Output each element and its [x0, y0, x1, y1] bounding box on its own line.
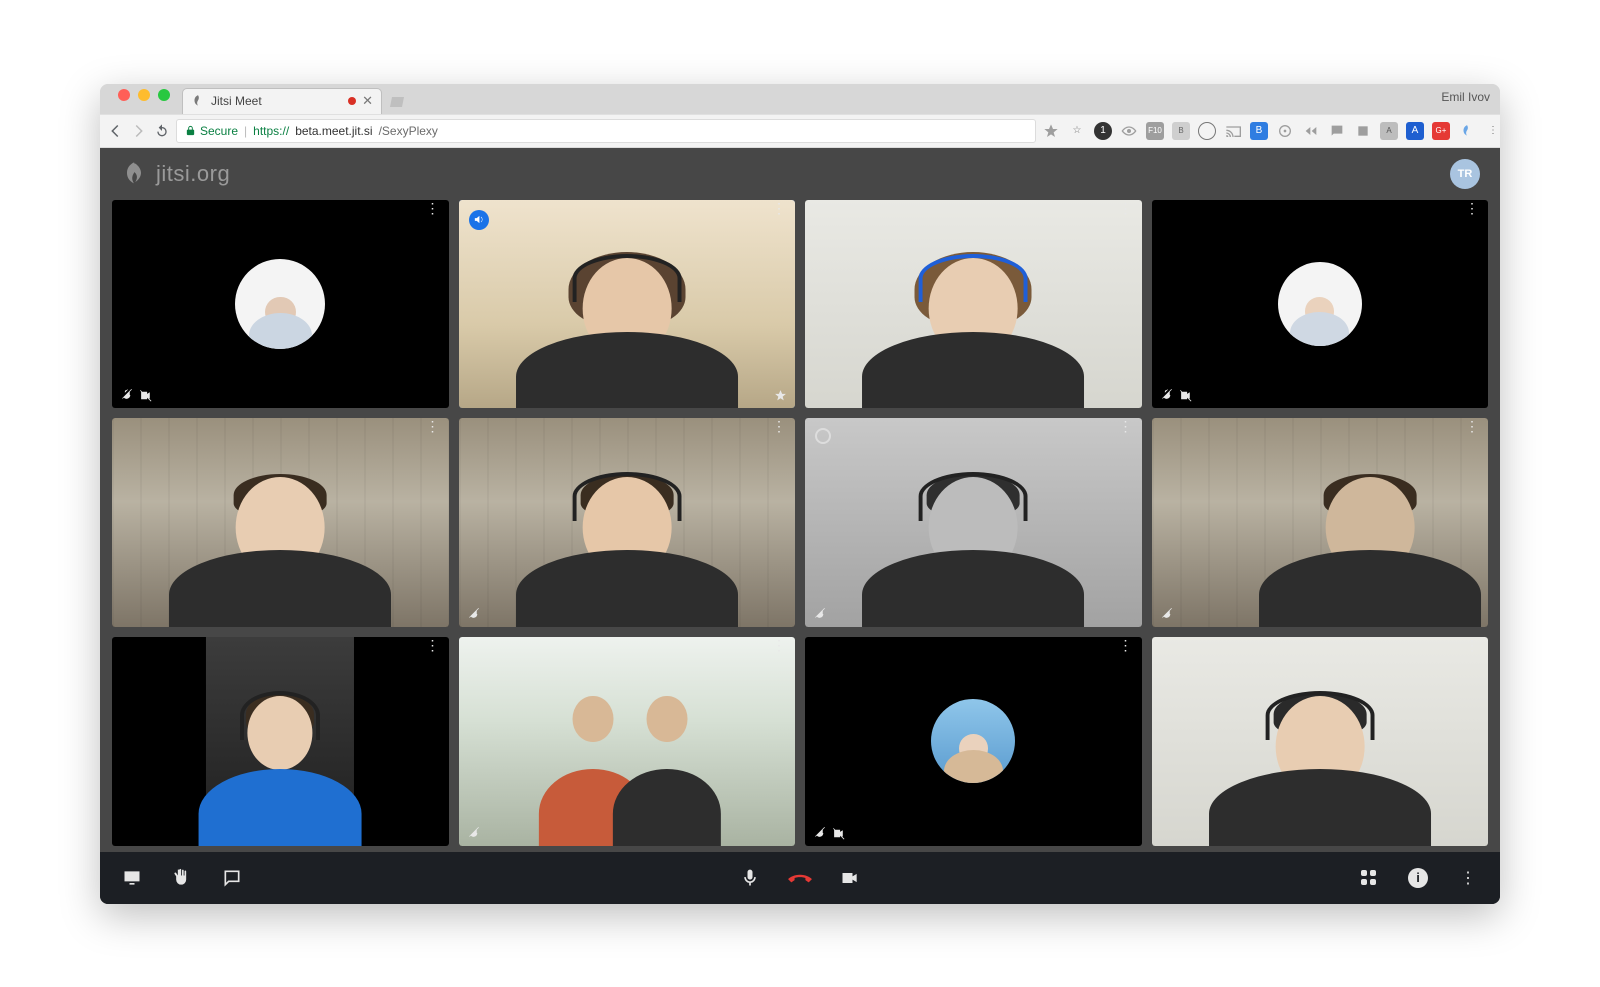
address-bar[interactable]: Secure | https://beta.meet.jit.si/SexyPl… — [176, 119, 1036, 143]
url-scheme: https:// — [253, 124, 289, 138]
window-maximize-button[interactable] — [158, 89, 170, 101]
mic-muted-icon — [467, 827, 480, 840]
avatar-icon — [1278, 262, 1362, 346]
app-header: jitsi.org TR — [100, 148, 1500, 200]
reload-button[interactable] — [154, 119, 170, 143]
tile-menu-button[interactable]: ⋮ — [426, 643, 441, 647]
participant-tile[interactable]: ⋮ — [459, 200, 796, 409]
browser-menu-button[interactable]: ⋮ — [1484, 122, 1500, 140]
browser-tab-strip: Jitsi Meet ✕ Emil Ivov — [100, 84, 1500, 114]
browser-toolbar: Secure | https://beta.meet.jit.si/SexyPl… — [100, 114, 1500, 148]
extension-ring-icon[interactable] — [1198, 122, 1216, 140]
tile-menu-button[interactable]: ⋮ — [772, 643, 787, 647]
pin-icon[interactable] — [774, 389, 787, 402]
window-controls — [118, 89, 170, 101]
browser-window: Jitsi Meet ✕ Emil Ivov — [100, 84, 1500, 904]
avatar-icon — [235, 259, 325, 349]
extension-cast-icon[interactable] — [1224, 122, 1242, 140]
extension-f10-icon[interactable]: F10 — [1146, 122, 1164, 140]
browser-tab[interactable]: Jitsi Meet ✕ — [182, 88, 382, 114]
tile-menu-button[interactable]: ⋮ — [1119, 424, 1134, 428]
browser-profile-name[interactable]: Emil Ivov — [1441, 90, 1490, 104]
participant-tile[interactable]: ⋮ — [459, 418, 796, 627]
current-user-avatar[interactable]: TR — [1450, 159, 1480, 189]
mic-muted-icon — [1160, 389, 1173, 402]
participant-tile[interactable]: ⋮ — [805, 637, 1142, 846]
bookmark-star-icon[interactable]: ☆ — [1068, 122, 1086, 140]
tile-menu-button[interactable]: ⋮ — [1465, 206, 1480, 210]
extension-b-icon[interactable]: B — [1172, 122, 1190, 140]
extension-target-icon[interactable] — [1276, 122, 1294, 140]
participant-tile[interactable]: ⋮ — [805, 418, 1142, 627]
chat-button[interactable] — [218, 864, 246, 892]
call-toolbar: i ⋮ — [100, 852, 1500, 904]
extension-rewind-icon[interactable] — [1302, 122, 1320, 140]
tab-title: Jitsi Meet — [211, 94, 262, 108]
mic-muted-icon — [1160, 608, 1173, 621]
extension-a-icon[interactable]: A — [1380, 122, 1398, 140]
logo-text: jitsi.org — [156, 161, 230, 187]
extension-chat-icon[interactable] — [1328, 122, 1346, 140]
cam-muted-icon — [139, 389, 153, 402]
url-path: /SexyPlexy — [379, 124, 438, 138]
screenshare-button[interactable] — [118, 864, 146, 892]
jitsi-favicon-icon — [191, 94, 205, 108]
mic-muted-icon — [813, 608, 826, 621]
recording-indicator-icon — [348, 97, 356, 105]
mic-muted-icon — [467, 608, 480, 621]
mic-muted-icon — [813, 827, 826, 840]
tile-menu-button[interactable]: ⋮ — [772, 206, 787, 210]
tile-menu-button[interactable]: ⋮ — [1119, 206, 1134, 210]
extension-a-blue-icon[interactable]: A — [1406, 122, 1424, 140]
extension-row: ☆ 1 F10 B B A A G+ ⋮ — [1042, 122, 1500, 140]
mic-toggle-button[interactable] — [736, 864, 764, 892]
tab-close-button[interactable]: ✕ — [362, 93, 373, 109]
participants-grid: ⋮ ⋮ ⋮ — [100, 200, 1500, 852]
tile-menu-button[interactable]: ⋮ — [1465, 424, 1480, 428]
window-minimize-button[interactable] — [138, 89, 150, 101]
secure-label: Secure — [200, 124, 238, 138]
tile-menu-button[interactable]: ⋮ — [772, 424, 787, 428]
participant-tile[interactable]: ⋮ — [112, 418, 449, 627]
avatar-icon — [931, 699, 1015, 783]
participant-tile[interactable]: ⋮ — [1152, 200, 1489, 409]
extension-badge-1-icon[interactable]: 1 — [1094, 122, 1112, 140]
hangup-button[interactable] — [786, 864, 814, 892]
cam-muted-icon — [1179, 389, 1193, 402]
participant-tile[interactable]: ⋮ — [112, 200, 449, 409]
window-close-button[interactable] — [118, 89, 130, 101]
cam-muted-icon — [832, 827, 846, 840]
extension-feather-icon[interactable] — [1458, 122, 1476, 140]
mic-muted-icon — [120, 389, 133, 402]
tile-menu-button[interactable]: ⋮ — [1119, 643, 1134, 647]
participant-tile[interactable]: ⋮ — [805, 200, 1142, 409]
extension-g-red-icon[interactable]: G+ — [1432, 122, 1450, 140]
jitsi-logo-icon — [120, 160, 148, 188]
tile-menu-button[interactable]: ⋮ — [426, 206, 441, 210]
back-button[interactable] — [106, 119, 124, 143]
participant-tile[interactable]: ⋮ — [112, 637, 449, 846]
forward-button[interactable] — [130, 119, 148, 143]
tile-menu-button[interactable]: ⋮ — [1465, 643, 1480, 647]
more-actions-button[interactable]: ⋮ — [1454, 864, 1482, 892]
info-button[interactable]: i — [1404, 864, 1432, 892]
tile-menu-button[interactable]: ⋮ — [426, 424, 441, 428]
secure-lock-icon: Secure — [185, 124, 238, 138]
participant-tile[interactable]: ⋮ — [1152, 637, 1489, 846]
extension-b-blue-icon[interactable]: B — [1250, 122, 1268, 140]
participant-tile[interactable]: ⋮ — [1152, 418, 1489, 627]
new-tab-button[interactable] — [386, 92, 408, 112]
participant-tile[interactable]: ⋮ — [459, 637, 796, 846]
extension-eye-icon[interactable] — [1120, 122, 1138, 140]
tile-view-button[interactable] — [1354, 864, 1382, 892]
jitsi-app: jitsi.org TR ⋮ — [100, 148, 1500, 904]
bookmark-page-icon[interactable] — [1042, 122, 1060, 140]
raise-hand-button[interactable] — [168, 864, 196, 892]
url-host: beta.meet.jit.si — [295, 124, 372, 138]
camera-toggle-button[interactable] — [836, 864, 864, 892]
extension-box-icon[interactable] — [1354, 122, 1372, 140]
dominant-speaker-icon — [469, 210, 489, 230]
jitsi-logo[interactable]: jitsi.org — [120, 160, 230, 188]
